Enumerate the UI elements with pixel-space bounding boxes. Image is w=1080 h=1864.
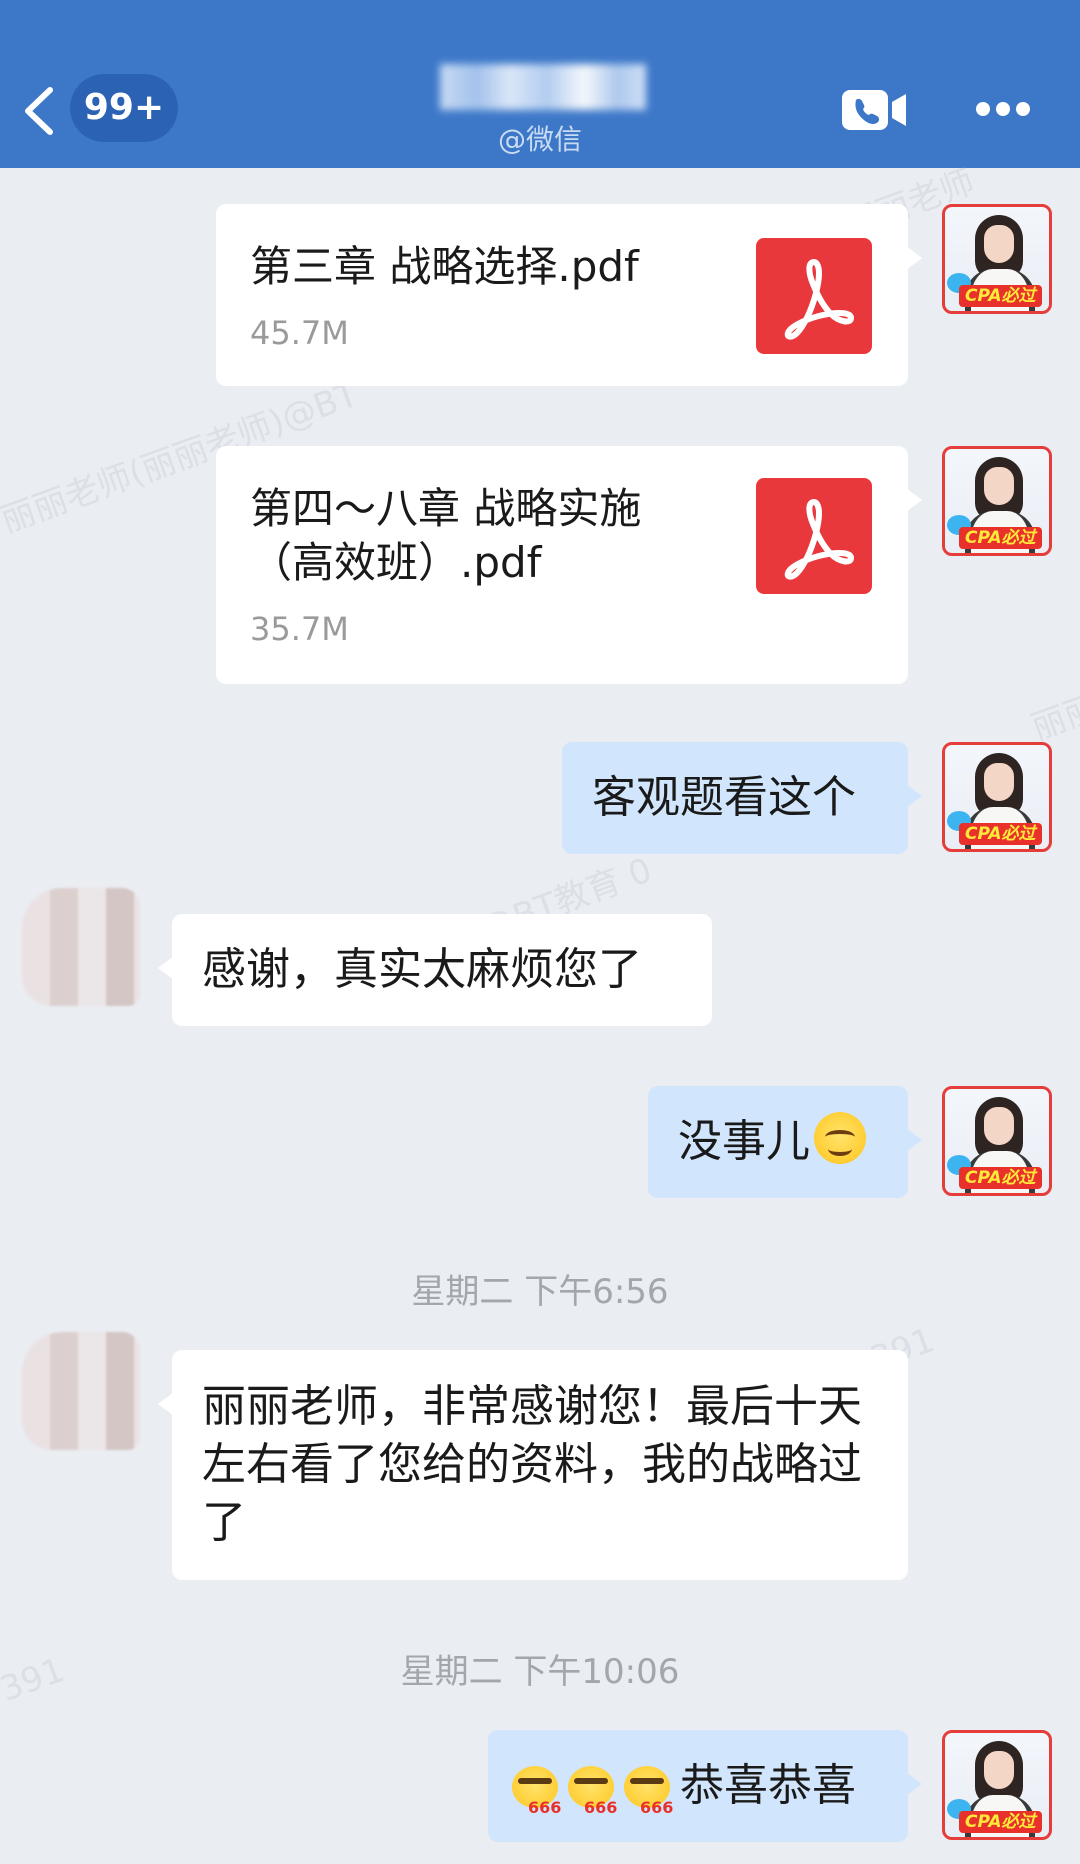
my-avatar[interactable]: CPA必过 [942,204,1052,314]
file-message[interactable]: 第三章 战略选择.pdf 45.7M [216,204,922,386]
666-emoji-icon: 666 [512,1756,566,1817]
666-emoji-icon: 666 [624,1756,678,1817]
message-bubble[interactable]: 666 666 666 恭喜恭喜 [488,1730,922,1842]
file-message[interactable]: 第四～八章 战略实施（高效班）.pdf 35.7M [216,446,922,684]
avatar-badge: CPA必过 [959,527,1042,549]
back-button[interactable] [20,86,60,136]
video-call-button[interactable] [840,88,908,132]
message-text: 恭喜恭喜 [680,1760,856,1811]
timestamp: 星期二 下午10:06 [400,1652,680,1692]
my-avatar[interactable]: CPA必过 [942,742,1052,852]
more-options-button[interactable] [970,96,1034,122]
video-call-icon [842,90,906,130]
chat-subtitle: @微信 [497,123,582,156]
message-text: 丽丽老师，非常感谢您！最后十天左右看了您给的资料，我的战略过了 [202,1381,862,1548]
my-avatar[interactable]: CPA必过 [942,446,1052,556]
avatar-badge: CPA必过 [959,1167,1042,1189]
contact-avatar-blurred[interactable] [22,1332,140,1450]
dot-icon [1016,102,1030,116]
pdf-icon [756,238,872,354]
file-name: 第四～八章 战略实施（高效班）.pdf [250,484,642,587]
chat-title-redacted [440,64,646,110]
message-bubble[interactable]: 客观题看这个 [562,742,922,854]
file-size: 35.7M [250,610,349,648]
contact-avatar-blurred[interactable] [22,888,140,1006]
unread-count-badge[interactable]: 99+ [70,74,178,142]
my-avatar[interactable]: CPA必过 [942,1086,1052,1196]
file-name: 第三章 战略选择.pdf [250,242,639,291]
my-avatar[interactable]: CPA必过 [942,1730,1052,1840]
666-emoji-icon: 666 [568,1756,622,1817]
avatar-badge: CPA必过 [959,823,1042,845]
message-text: 感谢，真实太麻烦您了 [202,944,642,995]
timestamp: 星期二 下午6:56 [411,1272,669,1312]
watermark: 丽丽 [1026,687,1080,749]
pdf-icon [756,478,872,594]
dot-icon [996,102,1010,116]
dot-icon [976,102,990,116]
message-bubble[interactable]: 感谢，真实太麻烦您了 [158,914,712,1026]
chevron-left-icon [25,87,53,135]
message-bubble[interactable]: 没事儿 [648,1086,922,1198]
message-bubble[interactable]: 丽丽老师，非常感谢您！最后十天左右看了您给的资料，我的战略过了 [158,1350,908,1580]
message-text: 客观题看这个 [592,772,856,823]
file-size: 45.7M [250,314,349,352]
smile-emoji-icon [814,1112,866,1164]
avatar-badge: CPA必过 [959,285,1042,307]
message-text: 没事儿 [678,1116,810,1167]
avatar-badge: CPA必过 [959,1811,1042,1833]
chat-header: 99+ @微信 [0,0,1080,168]
